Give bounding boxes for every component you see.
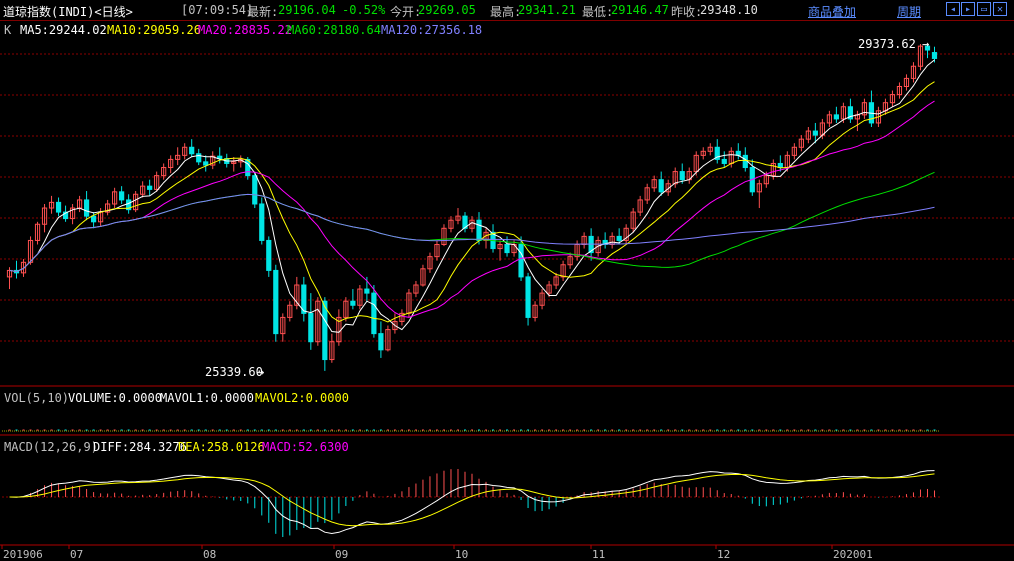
candle-body-38 <box>273 269 279 335</box>
x-label-2: 08 <box>203 548 217 561</box>
ma120-line <box>9 193 935 273</box>
candle-body-49 <box>350 300 356 306</box>
ma20-legend: MA20:28835.22 <box>198 23 292 37</box>
restore-icon[interactable]: ▭ <box>977 2 991 16</box>
latest-label: 最新: <box>247 5 279 19</box>
candle-body-73 <box>518 243 524 278</box>
candle-body-27 <box>196 153 202 163</box>
candle-body-52 <box>371 292 377 335</box>
high-label: 最高: <box>490 5 522 19</box>
candle-body-43 <box>308 312 314 343</box>
high-annotation: 29373.62 <box>858 37 916 51</box>
x-label-4: 10 <box>455 548 469 561</box>
low-label: 最低: <box>582 5 614 19</box>
candle-body-20 <box>147 185 153 190</box>
latest-value: 29196.04 <box>278 3 336 17</box>
prev-close-label: 昨收: <box>671 5 703 19</box>
candle-body-67 <box>476 219 482 241</box>
quote-header: 道琼指数(INDI)<日线> [07:09:54] 最新: 29196.04 -… <box>0 0 1014 21</box>
candle-body-87 <box>616 235 622 241</box>
x-label-3: 09 <box>335 548 349 561</box>
prev-close-value: 29348.10 <box>700 3 758 17</box>
candle-body-45 <box>322 300 328 361</box>
candle-body-102 <box>721 158 727 164</box>
candle-body-37 <box>266 239 272 271</box>
candle-body-115 <box>812 130 818 136</box>
candle-body-28 <box>203 161 209 166</box>
next-icon[interactable]: ▸ <box>961 2 975 16</box>
candle-body-93 <box>658 179 664 193</box>
candle-body-132 <box>931 52 938 59</box>
candle-body-51 <box>364 288 370 294</box>
x-label-1: 07 <box>70 548 84 561</box>
x-label-7: 202001 <box>833 548 873 561</box>
candle-body-35 <box>252 175 258 205</box>
candle-body-7 <box>55 201 62 213</box>
ma20-line <box>9 100 935 318</box>
high-arrow-icon: → <box>922 37 930 51</box>
k-label: K <box>4 23 12 37</box>
vol-mavol2: MAVOL2:0.0000 <box>255 391 349 405</box>
candle-body-36 <box>259 203 265 241</box>
candle-body-110 <box>777 162 783 169</box>
change-pct: -0.52% <box>342 3 386 17</box>
open-label: 今开: <box>390 5 422 19</box>
x-label-0: 201906 <box>3 548 43 561</box>
vol-name: VOL(5,10) <box>4 391 70 405</box>
open-value: 29269.05 <box>418 3 476 17</box>
x-label-5: 11 <box>592 548 606 561</box>
macd-name: MACD(12,26,9) <box>4 440 98 454</box>
candle-body-105 <box>742 154 748 169</box>
vol-volume: VOLUME:0.0000 <box>68 391 162 405</box>
low-annotation: 25339.60 <box>205 365 263 379</box>
kline-chart[interactable] <box>0 21 1014 561</box>
close-icon[interactable]: ✕ <box>993 2 1007 16</box>
overlay-link[interactable]: 商品叠加 <box>808 3 856 20</box>
ma5-legend: MA5:29244.02 <box>20 23 107 37</box>
prev-icon[interactable]: ◂ <box>946 2 960 16</box>
instrument-title: 道琼指数(INDI)<日线> <box>3 5 133 19</box>
candle-body-96 <box>679 171 685 181</box>
macd-diff: DIFF:284.3276 <box>93 440 187 454</box>
vol-mavol1: MAVOL1:0.0000 <box>160 391 254 405</box>
candle-body-71 <box>504 243 510 254</box>
ma5-line <box>9 59 935 333</box>
candle-body-12 <box>90 215 97 223</box>
candle-body-16 <box>119 191 125 201</box>
high-value: 29341.21 <box>518 3 576 17</box>
candle-body-26 <box>189 146 195 155</box>
candle-body-53 <box>378 333 384 351</box>
period-link[interactable]: 周期 <box>897 3 921 20</box>
candle-body-74 <box>525 276 531 318</box>
candle-body-11 <box>83 199 90 217</box>
ma10-line <box>9 81 935 323</box>
macd-dea: DEA:258.0126 <box>178 440 265 454</box>
macd-value: MACD:52.6300 <box>262 440 349 454</box>
ma60-legend: MA60:28180.64 <box>287 23 381 37</box>
low-value: 29146.47 <box>611 3 669 17</box>
ma120-legend: MA120:27356.18 <box>381 23 483 37</box>
candle-body-118 <box>833 114 839 120</box>
ma10-legend: MA10:29059.26 <box>107 23 201 37</box>
low-arrow-icon: → <box>257 365 265 379</box>
quote-time: [07:09:54] <box>181 3 254 17</box>
x-label-6: 12 <box>717 548 731 561</box>
